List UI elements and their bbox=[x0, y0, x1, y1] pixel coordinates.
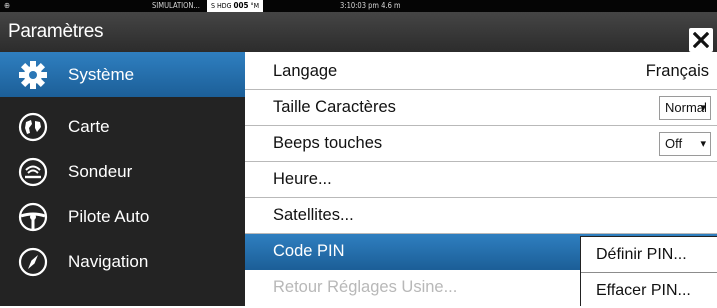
chart-map-icon bbox=[18, 112, 48, 142]
heading-unit: °M bbox=[248, 2, 260, 10]
sidebar-item-label: Navigation bbox=[68, 252, 149, 271]
settings-sidebar: Système Carte Sondeur Pilote Auto Naviga… bbox=[0, 52, 245, 306]
heading-readout: S HDG 005 °M bbox=[207, 0, 264, 12]
steering-wheel-icon bbox=[18, 202, 48, 232]
time-depth-readout: 3:10:03 pm 4.6 m bbox=[340, 1, 401, 10]
gear-icon bbox=[19, 61, 47, 89]
setting-label: Beeps touches bbox=[273, 134, 383, 152]
compass-icon bbox=[18, 247, 48, 277]
font-size-dropdown[interactable]: Normal ▾ bbox=[659, 96, 711, 120]
setting-row-langage[interactable]: Langage Français bbox=[245, 54, 717, 90]
sidebar-item-sondeur[interactable]: Sondeur bbox=[0, 149, 245, 194]
key-beeps-dropdown[interactable]: Off ▾ bbox=[659, 132, 711, 156]
setting-row-satellites[interactable]: Satellites... bbox=[245, 198, 717, 234]
setting-value: Français bbox=[645, 62, 709, 80]
setting-label: Satellites... bbox=[273, 206, 354, 224]
chevron-down-icon: ▾ bbox=[700, 102, 706, 114]
menu-item-effacer-pin[interactable]: Effacer PIN... bbox=[581, 273, 717, 308]
heading-value: 005 bbox=[233, 1, 249, 10]
setting-label: Taille Caractères bbox=[273, 98, 396, 116]
setting-row-beeps-touches[interactable]: Beeps touches Off ▾ bbox=[245, 126, 717, 162]
menu-item-label: Définir PIN... bbox=[596, 246, 687, 263]
sidebar-item-pilote-auto[interactable]: Pilote Auto bbox=[0, 194, 245, 239]
setting-label: Heure... bbox=[273, 170, 332, 188]
sidebar-item-label: Système bbox=[68, 65, 135, 84]
menu-item-definir-pin[interactable]: Définir PIN... bbox=[581, 237, 717, 272]
menu-item-label: Effacer PIN... bbox=[596, 282, 691, 299]
sidebar-item-label: Pilote Auto bbox=[68, 207, 150, 226]
setting-row-taille-caracteres[interactable]: Taille Caractères Normal ▾ bbox=[245, 90, 717, 126]
sidebar-item-carte[interactable]: Carte bbox=[0, 104, 245, 149]
heading-prefix: S HDG bbox=[211, 2, 234, 10]
setting-label: Retour Réglages Usine... bbox=[273, 278, 458, 296]
status-bar: ⊕ SIMULATION... S HDG 005 °M 3:10:03 pm … bbox=[0, 0, 717, 12]
sidebar-item-navigation[interactable]: Navigation bbox=[0, 239, 245, 284]
chevron-down-icon: ▾ bbox=[700, 138, 706, 150]
setting-label: Code PIN bbox=[273, 242, 345, 260]
setting-label: Langage bbox=[273, 62, 338, 80]
sidebar-item-label: Carte bbox=[68, 117, 110, 136]
title-bar: Paramètres bbox=[0, 12, 717, 52]
gps-signal-icon: ⊕ bbox=[4, 1, 11, 10]
sidebar-item-label: Sondeur bbox=[68, 162, 133, 181]
sonar-icon bbox=[18, 157, 48, 187]
dropdown-value: Off bbox=[665, 136, 683, 151]
page-title: Paramètres bbox=[8, 21, 104, 42]
sidebar-item-systeme[interactable]: Système bbox=[0, 52, 245, 97]
pin-popup-menu: Définir PIN... Effacer PIN... bbox=[580, 236, 717, 306]
simulation-indicator: SIMULATION... bbox=[152, 1, 200, 10]
close-icon bbox=[693, 32, 709, 48]
setting-row-heure[interactable]: Heure... bbox=[245, 162, 717, 198]
close-button[interactable] bbox=[689, 28, 713, 52]
